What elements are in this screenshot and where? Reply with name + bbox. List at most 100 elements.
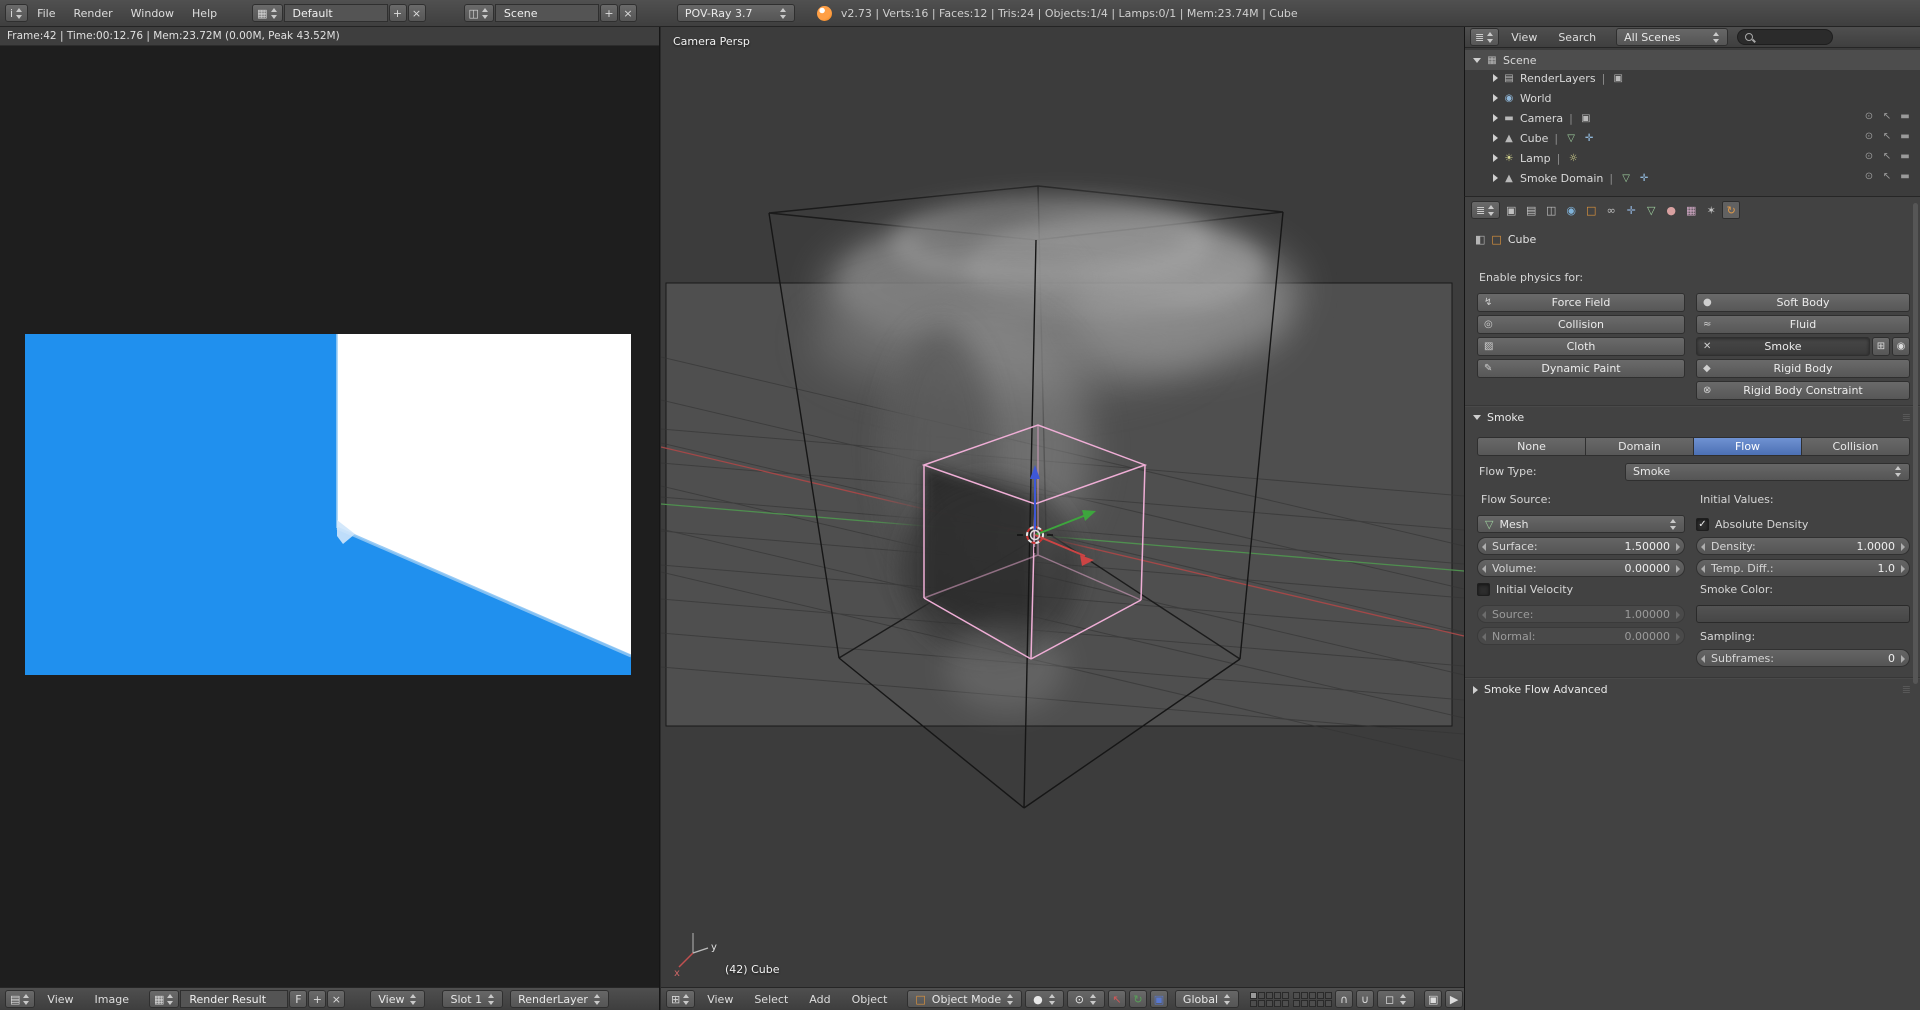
layer-cell[interactable]: [1274, 1000, 1281, 1007]
layer-cell[interactable]: [1293, 1000, 1300, 1007]
expander-icon[interactable]: [1493, 94, 1498, 102]
screen-browse-button[interactable]: ▦: [252, 4, 282, 22]
opengl-render-button[interactable]: ▣: [1424, 990, 1442, 1008]
hide-toggle-icon[interactable]: ⊙: [1862, 111, 1876, 122]
tab-object-data[interactable]: ▽: [1642, 201, 1660, 219]
menu-render[interactable]: Render: [64, 0, 121, 26]
expander-icon[interactable]: [1493, 174, 1498, 182]
mode-dropdown[interactable]: □ Object Mode: [907, 990, 1022, 1008]
pivot-dropdown[interactable]: ⊙: [1067, 990, 1105, 1008]
tab-constraints[interactable]: ∞: [1602, 201, 1620, 219]
collision-toggle[interactable]: ◎ Collision: [1477, 315, 1685, 334]
lock-to-scene-button[interactable]: ∩: [1335, 990, 1353, 1008]
outliner-item-lamp[interactable]: ☀ Lamp | ☼ ⊙ ↖ ▬: [1465, 148, 1920, 168]
viewport-scene[interactable]: [661, 27, 1464, 1010]
layer-cell[interactable]: [1274, 992, 1281, 999]
layers-widget[interactable]: [1250, 992, 1332, 1007]
layer-cell[interactable]: [1266, 992, 1273, 999]
layer-cell[interactable]: [1325, 992, 1332, 999]
editor-type-button[interactable]: ≣: [1471, 201, 1500, 219]
layer-cell[interactable]: [1258, 1000, 1265, 1007]
layer-cell[interactable]: [1250, 1000, 1257, 1007]
panel-drag-dots[interactable]: ≣: [1902, 683, 1912, 696]
smoke-copy-button[interactable]: ⊞: [1872, 337, 1890, 356]
render-toggle-icon[interactable]: ▬: [1898, 151, 1912, 162]
tab-scene[interactable]: ◫: [1542, 201, 1560, 219]
snap-toggle-button[interactable]: ∪: [1356, 990, 1374, 1008]
shading-dropdown[interactable]: ●: [1025, 990, 1064, 1008]
screen-name-field[interactable]: Default: [284, 4, 388, 22]
render-toggle-icon[interactable]: ▬: [1898, 131, 1912, 142]
hide-toggle-icon[interactable]: ⊙: [1862, 151, 1876, 162]
smoke-color-swatch[interactable]: [1696, 605, 1910, 623]
soft-body-toggle[interactable]: ● Soft Body: [1696, 293, 1910, 312]
opengl-render-anim-button[interactable]: ▶: [1445, 990, 1463, 1008]
layer-cell[interactable]: [1325, 1000, 1332, 1007]
outliner-search-input[interactable]: [1737, 29, 1833, 45]
tab-physics[interactable]: ↻: [1722, 201, 1740, 219]
add-scene-button[interactable]: +: [600, 4, 618, 22]
absolute-density-checkbox[interactable]: ✓: [1696, 518, 1709, 531]
menu-add[interactable]: Add: [800, 988, 839, 1010]
menu-search[interactable]: Search: [1549, 27, 1605, 47]
menu-image[interactable]: Image: [86, 988, 138, 1010]
tab-object[interactable]: □: [1582, 201, 1600, 219]
smoke-type-none[interactable]: None: [1477, 437, 1586, 456]
layer-cell[interactable]: [1301, 992, 1308, 999]
scene-browse-button[interactable]: ◫: [464, 4, 494, 22]
force-field-toggle[interactable]: ↯ Force Field: [1477, 293, 1685, 312]
render-toggle-icon[interactable]: ▬: [1898, 111, 1912, 122]
menu-select[interactable]: Select: [745, 988, 797, 1010]
smoke-preset-button[interactable]: ◉: [1892, 337, 1910, 356]
menu-window[interactable]: Window: [122, 0, 183, 26]
layer-cell[interactable]: [1266, 1000, 1273, 1007]
manipulator-scale-button[interactable]: ▣: [1150, 990, 1168, 1008]
render-result-image[interactable]: [25, 334, 631, 675]
initial-velocity-checkbox[interactable]: [1477, 583, 1490, 596]
smoke-type-collision[interactable]: Collision: [1802, 437, 1910, 456]
editor-type-button[interactable]: ≣: [1470, 28, 1499, 46]
normal-field[interactable]: Normal: 0.00000: [1477, 627, 1685, 645]
fluid-toggle[interactable]: ≈ Fluid: [1696, 315, 1910, 334]
subframes-field[interactable]: Subframes: 0: [1696, 649, 1910, 667]
outliner-item-renderlayers[interactable]: ▤ RenderLayers | ▣: [1465, 68, 1920, 88]
rigid-body-toggle[interactable]: ◆ Rigid Body: [1696, 359, 1910, 378]
delete-scene-button[interactable]: ×: [619, 4, 637, 22]
outliner-item-world[interactable]: ◉ World: [1465, 88, 1920, 108]
tab-modifiers[interactable]: ✛: [1622, 201, 1640, 219]
tab-render-layers[interactable]: ▤: [1522, 201, 1540, 219]
temp-diff-field[interactable]: Temp. Diff.: 1.0: [1696, 559, 1910, 577]
3d-viewport[interactable]: Camera Persp (42) Cube x y ⊞ View Select…: [661, 27, 1464, 1010]
fake-user-button[interactable]: F: [289, 990, 307, 1008]
smoke-type-flow[interactable]: Flow: [1694, 437, 1802, 456]
expander-icon[interactable]: [1473, 58, 1481, 63]
render-toggle-icon[interactable]: ▬: [1898, 171, 1912, 182]
hide-toggle-icon[interactable]: ⊙: [1862, 171, 1876, 182]
render-layer-dropdown[interactable]: RenderLayer: [510, 990, 609, 1008]
smoke-flow-advanced-header[interactable]: Smoke Flow Advanced ≣: [1473, 683, 1912, 696]
menu-file[interactable]: File: [28, 0, 64, 26]
flow-source-dropdown[interactable]: ▽ Mesh: [1477, 515, 1685, 533]
volume-field[interactable]: Volume: 0.00000: [1477, 559, 1685, 577]
view-dropdown[interactable]: View: [370, 990, 425, 1008]
smoke-panel-header[interactable]: Smoke ≣: [1473, 411, 1912, 424]
properties-scrollbar[interactable]: [1913, 203, 1918, 1004]
menu-object[interactable]: Object: [843, 988, 897, 1010]
layer-cell[interactable]: [1258, 992, 1265, 999]
rigid-body-constraint-toggle[interactable]: ⊗ Rigid Body Constraint: [1696, 381, 1910, 400]
cloth-toggle[interactable]: ▨ Cloth: [1477, 337, 1685, 356]
smoke-type-domain[interactable]: Domain: [1586, 437, 1694, 456]
outliner-item-scene[interactable]: ▦ Scene: [1465, 50, 1920, 70]
outliner-item-cube[interactable]: ▲ Cube | ▽ ✛ ⊙ ↖ ▬: [1465, 128, 1920, 148]
expander-icon[interactable]: [1493, 154, 1498, 162]
expander-icon[interactable]: [1493, 114, 1498, 122]
editor-type-button[interactable]: ⊞: [666, 990, 695, 1008]
layer-cell[interactable]: [1250, 992, 1257, 999]
unlink-image-button[interactable]: ×: [327, 990, 345, 1008]
selectable-toggle-icon[interactable]: ↖: [1880, 171, 1894, 182]
smoke-toggle[interactable]: ✕ Smoke: [1696, 337, 1870, 356]
manipulator-rotate-button[interactable]: ↻: [1129, 990, 1147, 1008]
layer-cell[interactable]: [1317, 1000, 1324, 1007]
delete-screen-button[interactable]: ×: [408, 4, 426, 22]
tab-material[interactable]: ●: [1662, 201, 1680, 219]
